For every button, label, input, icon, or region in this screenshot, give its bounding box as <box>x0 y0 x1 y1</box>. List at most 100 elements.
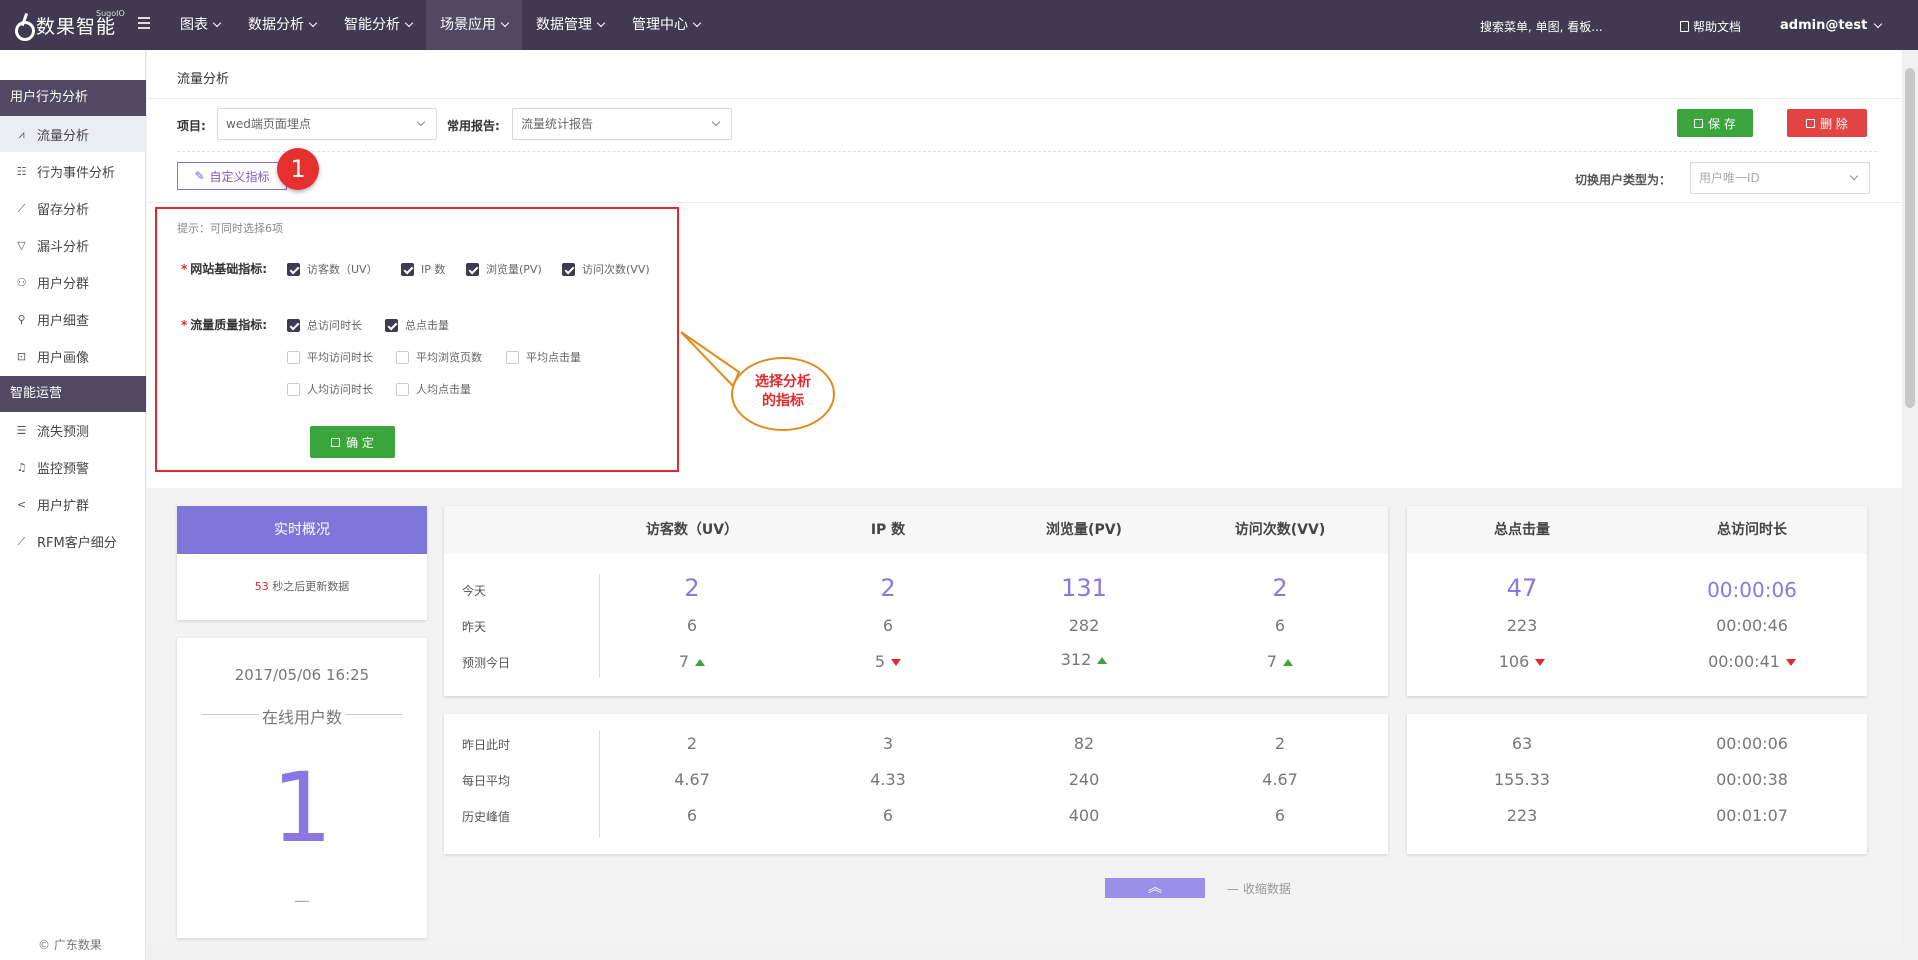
scrollbar-thumb[interactable] <box>1905 68 1915 408</box>
col-header-total-clicks: 总点击量 <box>1494 522 1550 538</box>
trend-down-icon <box>1535 659 1546 666</box>
forecast-value: 7 <box>1266 652 1278 671</box>
sidebar-item-rfm[interactable]: ⟋ RFM客户细分 <box>0 523 146 559</box>
checkbox-icon <box>287 382 300 396</box>
user-type-select[interactable]: 用户唯一ID <box>1690 162 1870 194</box>
bell-icon: ♫ <box>16 460 27 474</box>
checkbox-uv[interactable]: 访客数（UV） <box>287 261 378 277</box>
checkbox-per-user-clicks[interactable]: 人均点击量 <box>396 381 471 397</box>
ip-yesterday: 6 <box>882 616 894 635</box>
selection-hint: 提示：可同时选择6项 <box>177 222 283 235</box>
menu-toggle-icon[interactable] <box>138 17 150 29</box>
help-docs-link[interactable]: 帮助文档 <box>1680 18 1741 35</box>
ip-today: 2 <box>880 574 896 602</box>
nav-scenario[interactable]: 场景应用 <box>426 0 522 50</box>
logo[interactable]: 数果智能 SugoIO <box>14 9 125 41</box>
sidebar-item-label: 监控预警 <box>37 461 90 477</box>
sidebar-group-user-behavior: 用户行为分析 <box>0 80 146 116</box>
project-select[interactable]: wed端页面埋点 <box>217 108 437 140</box>
checkbox-per-user-duration[interactable]: 人均访问时长 <box>287 381 373 397</box>
save-label: 保 存 <box>1708 116 1736 131</box>
duration-daily-avg: 00:00:38 <box>1716 770 1788 789</box>
sidebar-item-segments[interactable]: ⚇ 用户分群 <box>0 264 146 300</box>
chevron-down-icon <box>1874 19 1883 28</box>
nav-data-management[interactable]: 数据管理 <box>522 0 618 50</box>
checkbox-total-clicks[interactable]: 总点击量 <box>385 317 449 333</box>
sidebar-item-label: 行为事件分析 <box>37 165 116 181</box>
clicks-today: 47 <box>1506 574 1538 602</box>
checkbox-avg-pages[interactable]: 平均浏览页数 <box>396 349 482 365</box>
help-docs-label: 帮助文档 <box>1693 20 1742 34</box>
checkbox-label: 访客数（UV） <box>307 263 378 276</box>
sidebar-item-event-analysis[interactable]: ☷ 行为事件分析 <box>0 153 146 189</box>
nav-data-analysis[interactable]: 数据分析 <box>234 0 330 50</box>
chevron-down-icon <box>500 18 510 28</box>
report-select[interactable]: 流量统计报告 <box>512 108 732 140</box>
duration-today: 00:00:06 <box>1707 578 1797 602</box>
sidebar-item-funnel[interactable]: ▽ 漏斗分析 <box>0 227 146 263</box>
sidebar-item-monitor-alert[interactable]: ♫ 监控预警 <box>0 449 146 485</box>
chevron-down-icon <box>404 18 414 28</box>
checkbox-icon <box>287 350 300 364</box>
sidebar-item-label: 留存分析 <box>37 202 90 218</box>
vertical-scrollbar[interactable] <box>1902 50 1918 960</box>
pv-daily-avg: 240 <box>1068 770 1100 789</box>
sidebar-item-traffic-analysis[interactable]: ⩘ 流量分析 <box>0 116 146 152</box>
pv-forecast: 312 <box>986 650 1182 669</box>
checkbox-total-duration[interactable]: 总访问时长 <box>287 317 362 333</box>
row-label-forecast: 预测今日 <box>462 656 511 670</box>
sidebar-item-churn-prediction[interactable]: ☰ 流失预测 <box>0 412 146 448</box>
collapse-data-label[interactable]: — 收缩数据 <box>1227 880 1291 897</box>
sidebar-item-label: RFM客户细分 <box>37 535 117 551</box>
sidebar-item-user-detail[interactable]: ⚲ 用户细查 <box>0 301 146 337</box>
top-navbar: 数果智能 SugoIO 图表 数据分析 智能分析 场景应用 数据管理 管理中心 … <box>0 0 1918 50</box>
pv-yesterday: 282 <box>1068 616 1100 635</box>
checkbox-icon <box>506 350 519 364</box>
chevron-down-icon <box>692 18 702 28</box>
checkbox-ip[interactable]: IP 数 <box>401 261 445 277</box>
collapse-data-button[interactable]: ︽ <box>1105 878 1205 898</box>
checkbox-label: 总点击量 <box>405 319 449 332</box>
checkbox-pv[interactable]: 浏览量(PV) <box>466 261 542 277</box>
confirm-button[interactable]: 确 定 <box>310 426 395 458</box>
nav-label: 场景应用 <box>440 17 496 33</box>
save-button[interactable]: 保 存 <box>1677 109 1753 137</box>
sidebar-group-smart-operations: 智能运营 <box>0 376 146 412</box>
uv-peak: 6 <box>686 806 698 825</box>
double-chevron-up-icon: ︽ <box>1148 880 1162 896</box>
list-icon: ☰ <box>16 423 27 437</box>
online-users-label: 在线用户数 <box>177 704 427 728</box>
nav-label: 数据分析 <box>248 17 304 33</box>
checkbox-label: 平均浏览页数 <box>416 351 482 364</box>
document-icon <box>1680 21 1689 32</box>
edit-icon: ✎ <box>194 169 205 183</box>
query-panel: 流量分析 项目: wed端页面埋点 常用报告: 流量统计报告 保 存 删 除 ✎… <box>147 50 1902 488</box>
sidebar-item-user-portrait[interactable]: ⊡ 用户画像 <box>0 338 146 374</box>
checkbox-avg-clicks[interactable]: 平均点击量 <box>506 349 581 365</box>
nav-charts[interactable]: 图表 <box>166 0 234 50</box>
global-search[interactable]: 搜索菜单, 单图, 看板... <box>1480 18 1603 35</box>
row-label-today: 今天 <box>462 584 487 598</box>
checkbox-icon <box>562 262 575 276</box>
nav-label: 智能分析 <box>344 17 400 33</box>
chevron-down-icon <box>212 18 222 28</box>
uv-today: 2 <box>684 574 700 602</box>
user-menu[interactable]: admin@test <box>1780 18 1883 33</box>
checkbox-vv[interactable]: 访问次数(VV) <box>562 261 650 277</box>
forecast-value: 00:00:41 <box>1708 652 1780 671</box>
delete-button[interactable]: 删 除 <box>1787 109 1867 137</box>
forecast-value: 312 <box>1060 650 1092 669</box>
custom-metric-button[interactable]: ✎ 自定义指标 <box>177 162 287 190</box>
sidebar-item-user-expansion[interactable]: < 用户扩群 <box>0 486 146 522</box>
sidebar-item-label: 用户扩群 <box>37 498 90 514</box>
required-mark: * <box>181 318 188 332</box>
checkbox-avg-duration[interactable]: 平均访问时长 <box>287 349 373 365</box>
trash-icon <box>1806 118 1816 128</box>
nav-admin-center[interactable]: 管理中心 <box>618 0 714 50</box>
sidebar-item-retention[interactable]: ⟋ 留存分析 <box>0 190 146 226</box>
nav-smart-analysis[interactable]: 智能分析 <box>330 0 426 50</box>
clicks-peak: 223 <box>1506 806 1538 825</box>
horizontal-scrollbar[interactable] <box>147 944 1902 960</box>
refresh-countdown: 53 秒之后更新数据 <box>177 578 427 594</box>
project-label: 项目: <box>177 119 206 133</box>
